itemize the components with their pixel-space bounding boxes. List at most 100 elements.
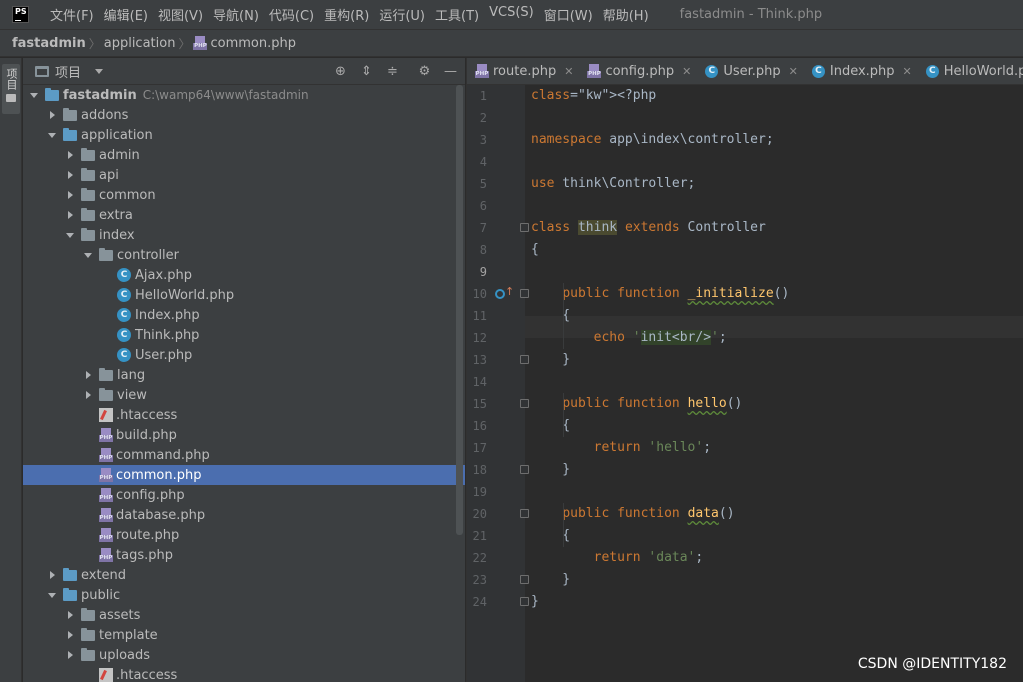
tree-node[interactable]: PHP route.php (23, 525, 465, 545)
tree-node[interactable]: addons (23, 105, 465, 125)
editor-tab[interactable]: C Index.php ✕ (804, 58, 918, 84)
menu-item[interactable]: 帮助(H) (598, 5, 654, 24)
tree-node[interactable]: admin (23, 145, 465, 165)
tree-node-label: common.php (116, 467, 202, 483)
locate-file-icon[interactable]: ⊕ (332, 63, 349, 80)
chevron-right-icon[interactable] (64, 149, 76, 161)
chevron-down-icon[interactable] (95, 68, 104, 74)
tree-node[interactable]: view (23, 385, 465, 405)
expand-all-icon[interactable]: ⇕ (358, 63, 375, 80)
tree-node[interactable]: template (23, 625, 465, 645)
tree-node[interactable]: api (23, 165, 465, 185)
menu-item[interactable]: 工具(T) (430, 5, 484, 24)
chevron-down-icon[interactable] (82, 249, 94, 261)
tree-node[interactable]: fastadmin C:\wamp64\www\fastadmin (23, 85, 465, 105)
line-number: 5 (479, 177, 487, 191)
menu-item[interactable]: 窗口(W) (539, 5, 598, 24)
tree-node[interactable]: PHP command.php (23, 445, 465, 465)
fold-marker-icon[interactable] (520, 509, 529, 518)
editor-tab[interactable]: PHP config.php ✕ (579, 58, 697, 84)
project-panel-title[interactable]: 项目 (55, 62, 81, 81)
tree-node[interactable]: index (23, 225, 465, 245)
tree-node[interactable]: C User.php (23, 345, 465, 365)
chevron-right-icon[interactable] (64, 649, 76, 661)
source-folder-icon (63, 127, 77, 141)
tree-node[interactable]: PHP common.php (23, 465, 465, 485)
fold-marker-icon[interactable] (520, 575, 529, 584)
menu-item[interactable]: 视图(V) (153, 5, 208, 24)
tree-node[interactable]: controller (23, 245, 465, 265)
tree-scrollbar[interactable] (456, 85, 463, 535)
menu-item[interactable]: 代码(C) (264, 5, 319, 24)
tree-node[interactable]: application (23, 125, 465, 145)
chevron-down-icon[interactable] (28, 89, 40, 101)
editor-tab[interactable]: PHP route.php ✕ (467, 58, 579, 84)
code-line: { (531, 418, 571, 433)
override-marker-icon[interactable] (495, 289, 505, 299)
menu-item[interactable]: 运行(U) (374, 5, 430, 24)
project-tool-window-button[interactable]: 项目 (2, 64, 20, 114)
gear-icon[interactable]: ⚙ (416, 63, 433, 80)
editor-tab[interactable]: C User.php ✕ (697, 58, 804, 84)
code-line: { (531, 242, 539, 257)
close-icon[interactable]: ✕ (682, 65, 691, 78)
tree-node[interactable]: .htaccess (23, 665, 465, 682)
fold-marker-icon[interactable] (520, 597, 529, 606)
tree-node[interactable]: C HelloWorld.php (23, 285, 465, 305)
chevron-right-icon[interactable] (64, 169, 76, 181)
line-number: 4 (479, 155, 487, 169)
menu-item[interactable]: 文件(F) (45, 5, 99, 24)
tree-node[interactable]: PHP database.php (23, 505, 465, 525)
chevron-right-icon[interactable] (46, 109, 58, 121)
arrow-up-icon[interactable]: ↑ (505, 285, 514, 298)
tree-node[interactable]: .htaccess (23, 405, 465, 425)
folder-icon (6, 94, 16, 102)
chevron-right-icon[interactable] (46, 569, 58, 581)
tree-node[interactable]: common (23, 185, 465, 205)
chevron-down-icon[interactable] (46, 589, 58, 601)
chevron-down-icon[interactable] (64, 229, 76, 241)
minimize-icon[interactable]: — (442, 63, 459, 80)
fold-marker-icon[interactable] (520, 465, 529, 474)
tree-node[interactable]: assets (23, 605, 465, 625)
tree-node[interactable]: C Index.php (23, 305, 465, 325)
tree-node[interactable]: PHP tags.php (23, 545, 465, 565)
fold-marker-icon[interactable] (520, 399, 529, 408)
fold-marker-icon[interactable] (520, 355, 529, 364)
tree-node[interactable]: extra (23, 205, 465, 225)
tree-node[interactable]: extend (23, 565, 465, 585)
menu-item[interactable]: 编辑(E) (99, 5, 153, 24)
editor-tab[interactable]: CHelloWorld.php✕ (918, 58, 1023, 84)
close-icon[interactable]: ✕ (903, 65, 912, 78)
tree-node[interactable]: C Ajax.php (23, 265, 465, 285)
breadcrumb-file[interactable]: common.php (210, 36, 296, 51)
tree-node[interactable]: C Think.php (23, 325, 465, 345)
tree-node-label: Ajax.php (135, 267, 193, 283)
chevron-down-icon[interactable] (46, 129, 58, 141)
tree-node[interactable]: PHP build.php (23, 425, 465, 445)
tree-node[interactable]: uploads (23, 645, 465, 665)
menu-item[interactable]: 导航(N) (208, 5, 264, 24)
chevron-right-icon[interactable] (64, 189, 76, 201)
chevron-right-icon[interactable] (82, 369, 94, 381)
chevron-right-icon[interactable] (64, 609, 76, 621)
breadcrumb-project[interactable]: fastadmin (12, 36, 86, 51)
close-icon[interactable]: ✕ (789, 65, 798, 78)
close-icon[interactable]: ✕ (564, 65, 573, 78)
fold-marker-icon[interactable] (520, 223, 529, 232)
editor-tab-label: config.php (605, 63, 675, 79)
phpstorm-logo-icon[interactable]: PS (12, 6, 29, 23)
code-area[interactable]: class="kw"><?php namespace app\index\cont… (531, 85, 1023, 682)
tree-node[interactable]: public (23, 585, 465, 605)
fold-marker-icon[interactable] (520, 289, 529, 298)
chevron-right-icon[interactable] (82, 389, 94, 401)
chevron-right-icon[interactable] (64, 209, 76, 221)
tree-node[interactable]: PHP config.php (23, 485, 465, 505)
tree-node[interactable]: lang (23, 365, 465, 385)
breadcrumb-folder[interactable]: application (104, 36, 176, 51)
chevron-right-icon[interactable] (64, 629, 76, 641)
menu-item[interactable]: 重构(R) (319, 5, 374, 24)
collapse-all-icon[interactable]: ≑ (384, 63, 401, 80)
menu-item[interactable]: VCS(S) (484, 5, 539, 24)
